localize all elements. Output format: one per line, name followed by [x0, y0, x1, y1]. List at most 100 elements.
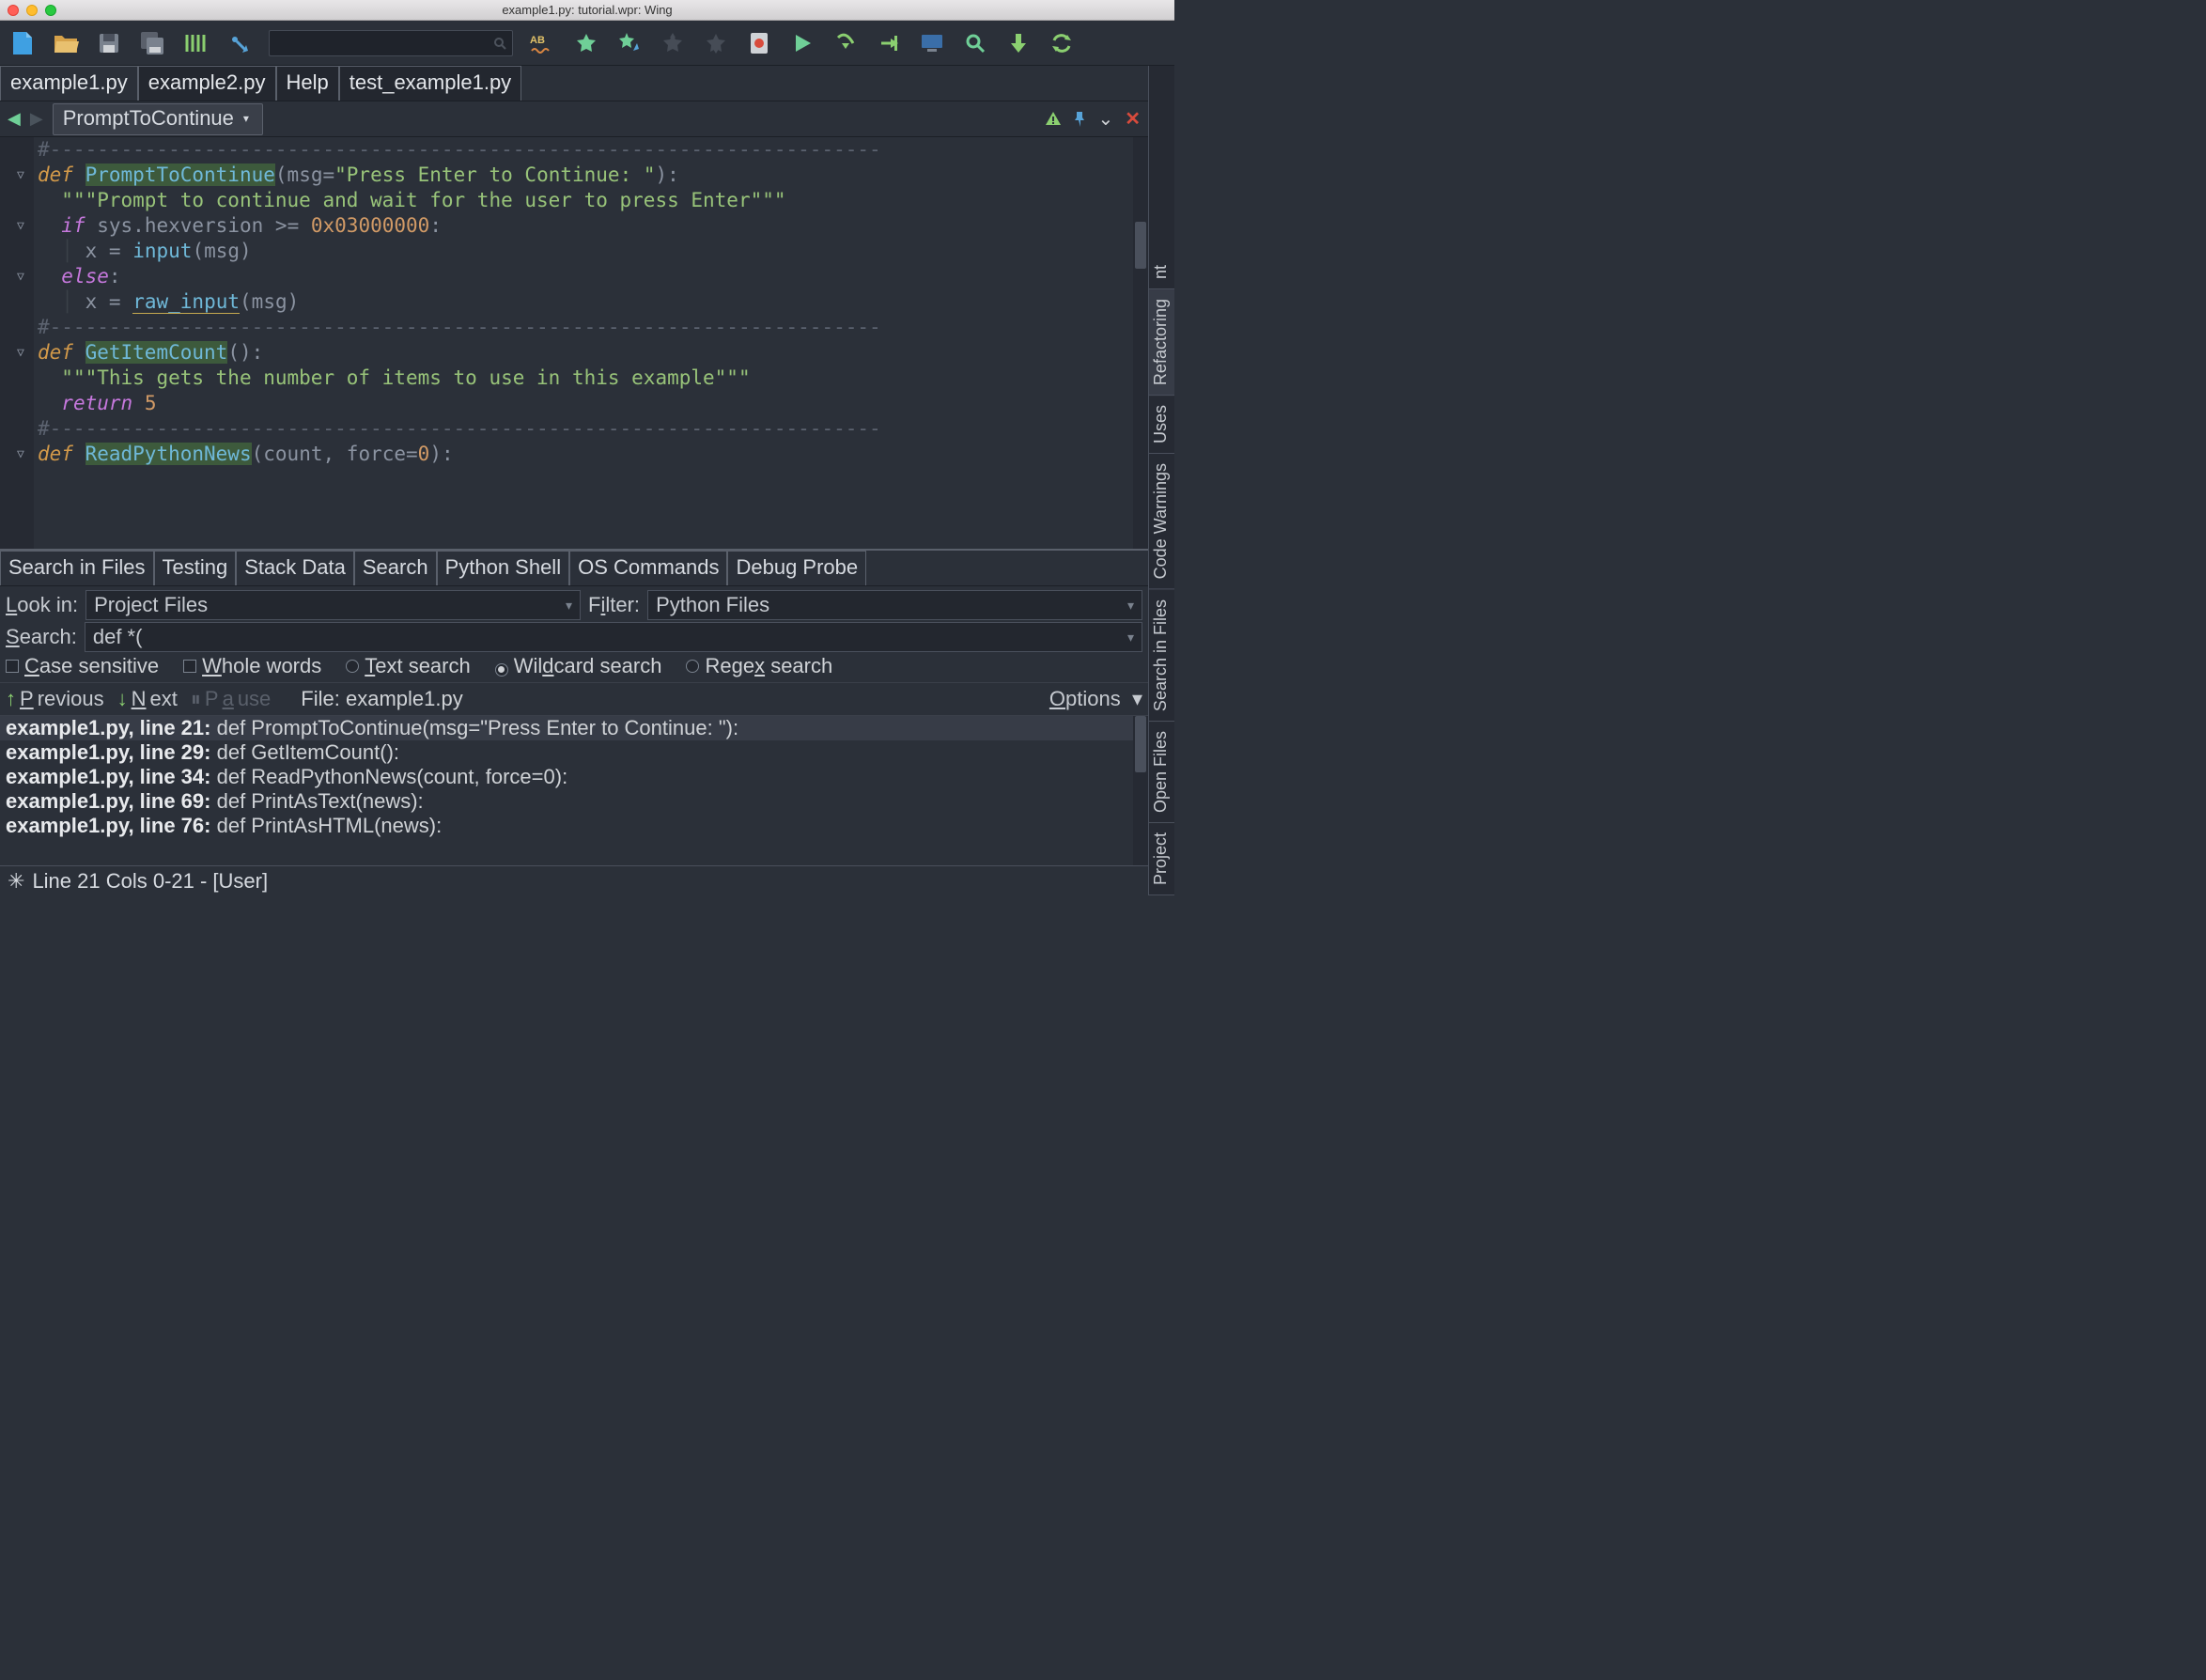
scroll-thumb[interactable]: [1135, 222, 1146, 269]
right-side-tabs: Project Open Files Search in Files Code …: [1148, 66, 1174, 895]
fold-icon[interactable]: ▽: [17, 213, 24, 239]
fold-icon[interactable]: ▽: [17, 163, 24, 188]
file-tab-0[interactable]: example1.py: [0, 66, 138, 101]
chevron-down-icon: ▾: [1127, 598, 1134, 614]
window-titlebar: example1.py: tutorial.wpr: Wing: [0, 0, 1174, 21]
case-sensitive-checkbox[interactable]: Case sensitive: [6, 654, 159, 678]
search-result[interactable]: example1.py, line 29: def GetItemCount()…: [0, 740, 1148, 765]
download-icon[interactable]: [1005, 30, 1032, 56]
close-editor-icon[interactable]: ✕: [1125, 107, 1141, 131]
open-folder-icon[interactable]: [53, 30, 79, 56]
nav-forward-icon[interactable]: ▶: [30, 109, 43, 129]
search-icon: [493, 37, 506, 50]
panel-tab-1[interactable]: Testing: [154, 551, 237, 585]
side-tab-uses[interactable]: Uses: [1149, 396, 1174, 454]
side-tab-nt[interactable]: nt: [1149, 256, 1174, 289]
symbol-name: PromptToContinue: [63, 106, 234, 131]
bug-icon[interactable]: ✳: [8, 869, 24, 894]
window-title: example1.py: tutorial.wpr: Wing: [0, 3, 1174, 17]
spellcheck-icon[interactable]: AB: [530, 30, 556, 56]
next-button[interactable]: ↓Next: [117, 687, 178, 711]
wildcard-search-radio[interactable]: Wildcard search: [495, 654, 662, 678]
filter-combo[interactable]: Python Files▾: [647, 590, 1142, 620]
code-line[interactable]: """Prompt to continue and wait for the u…: [0, 188, 1148, 213]
file-tab-2[interactable]: Help: [276, 66, 339, 101]
bookmark-icon[interactable]: [573, 30, 599, 56]
symbol-dropdown[interactable]: PromptToContinue ▾: [53, 103, 263, 135]
bookmark-add-icon[interactable]: [616, 30, 643, 56]
panel-tab-2[interactable]: Stack Data: [236, 551, 354, 585]
code-line[interactable]: │ x = input(msg): [0, 239, 1148, 264]
options-button[interactable]: Options ▾: [1049, 687, 1142, 711]
debug-run-icon[interactable]: [789, 30, 816, 56]
chevron-down-icon: ▾: [566, 598, 572, 614]
warning-icon[interactable]: [1045, 111, 1062, 128]
search-input[interactable]: def *(▾: [85, 622, 1142, 652]
previous-button[interactable]: ↑Previous: [6, 687, 104, 711]
side-tab-open-files[interactable]: Open Files: [1149, 722, 1174, 823]
code-line[interactable]: ▽def GetItemCount():: [0, 340, 1148, 366]
search-result[interactable]: example1.py, line 21: def PromptToContin…: [0, 716, 1148, 740]
look-in-combo[interactable]: Project Files▾: [85, 590, 581, 620]
indent-icon[interactable]: [182, 30, 209, 56]
toolbar-search-input[interactable]: [269, 30, 513, 56]
search-results[interactable]: example1.py, line 21: def PromptToContin…: [0, 716, 1148, 865]
current-file-label: File: example1.py: [301, 687, 462, 711]
regex-search-radio[interactable]: Regex search: [686, 654, 832, 678]
search-label: Search:: [6, 625, 77, 649]
code-line[interactable]: #---------------------------------------…: [0, 416, 1148, 442]
side-tab-project[interactable]: Project: [1149, 823, 1174, 895]
monitor-icon[interactable]: [919, 30, 945, 56]
panel-tab-6[interactable]: Debug Probe: [727, 551, 866, 585]
whole-words-checkbox[interactable]: Whole words: [183, 654, 321, 678]
step-into-icon[interactable]: [876, 30, 902, 56]
side-tab-search-in-files[interactable]: Search in Files: [1149, 590, 1174, 722]
code-line[interactable]: ▽ else:: [0, 264, 1148, 289]
panel-tab-4[interactable]: Python Shell: [437, 551, 570, 585]
side-tab-refactoring[interactable]: Refactoring: [1149, 289, 1174, 396]
code-line[interactable]: ▽def ReadPythonNews(count, force=0):: [0, 442, 1148, 467]
sync-icon[interactable]: [1049, 30, 1075, 56]
search-result[interactable]: example1.py, line 69: def PrintAsText(ne…: [0, 789, 1148, 814]
new-file-icon[interactable]: [9, 30, 36, 56]
status-text: Line 21 Cols 0-21 - [User]: [32, 869, 268, 894]
scroll-thumb[interactable]: [1135, 716, 1146, 772]
fold-icon[interactable]: ▽: [17, 340, 24, 366]
bookmark-prev-icon[interactable]: [660, 30, 686, 56]
code-line[interactable]: return 5: [0, 391, 1148, 416]
nav-back-icon[interactable]: ◀: [8, 109, 21, 129]
svg-text:AB: AB: [530, 35, 545, 46]
goto-definition-icon[interactable]: [225, 30, 252, 56]
search-result[interactable]: example1.py, line 76: def PrintAsHTML(ne…: [0, 814, 1148, 838]
save-all-icon[interactable]: [139, 30, 165, 56]
fold-icon[interactable]: ▽: [17, 442, 24, 467]
fold-icon[interactable]: ▽: [17, 264, 24, 289]
step-over-icon[interactable]: [832, 30, 859, 56]
code-line[interactable]: #---------------------------------------…: [0, 315, 1148, 340]
collapse-icon[interactable]: ⌄: [1097, 107, 1113, 131]
pin-icon[interactable]: [1073, 111, 1086, 128]
code-line[interactable]: """This gets the number of items to use …: [0, 366, 1148, 391]
text-search-radio[interactable]: Text search: [346, 654, 471, 678]
search-result[interactable]: example1.py, line 34: def ReadPythonNews…: [0, 765, 1148, 789]
code-line[interactable]: #---------------------------------------…: [0, 137, 1148, 163]
vertical-scrollbar[interactable]: [1133, 137, 1148, 549]
side-tab-code-warnings[interactable]: Code Warnings: [1149, 454, 1174, 589]
code-line[interactable]: ▽ if sys.hexversion >= 0x03000000:: [0, 213, 1148, 239]
file-tabs: example1.py example2.py Help test_exampl…: [0, 66, 1148, 101]
panel-tab-0[interactable]: Search in Files: [0, 551, 154, 585]
search-tool-icon[interactable]: [962, 30, 988, 56]
code-editor[interactable]: #---------------------------------------…: [0, 137, 1148, 549]
file-tab-1[interactable]: example2.py: [138, 66, 276, 101]
panel-tab-5[interactable]: OS Commands: [569, 551, 727, 585]
file-tab-3[interactable]: test_example1.py: [339, 66, 521, 101]
panel-tab-3[interactable]: Search: [354, 551, 437, 585]
code-line[interactable]: │ x = raw_input(msg): [0, 289, 1148, 315]
save-icon[interactable]: [96, 30, 122, 56]
bottom-panel: Search in Files Testing Stack Data Searc…: [0, 549, 1148, 865]
code-line[interactable]: ▽def PromptToContinue(msg="Press Enter t…: [0, 163, 1148, 188]
breakpoint-icon[interactable]: [746, 30, 772, 56]
results-scrollbar[interactable]: [1133, 716, 1148, 865]
bookmark-next-icon[interactable]: [703, 30, 729, 56]
pause-button[interactable]: ⏸Pause: [191, 687, 271, 711]
